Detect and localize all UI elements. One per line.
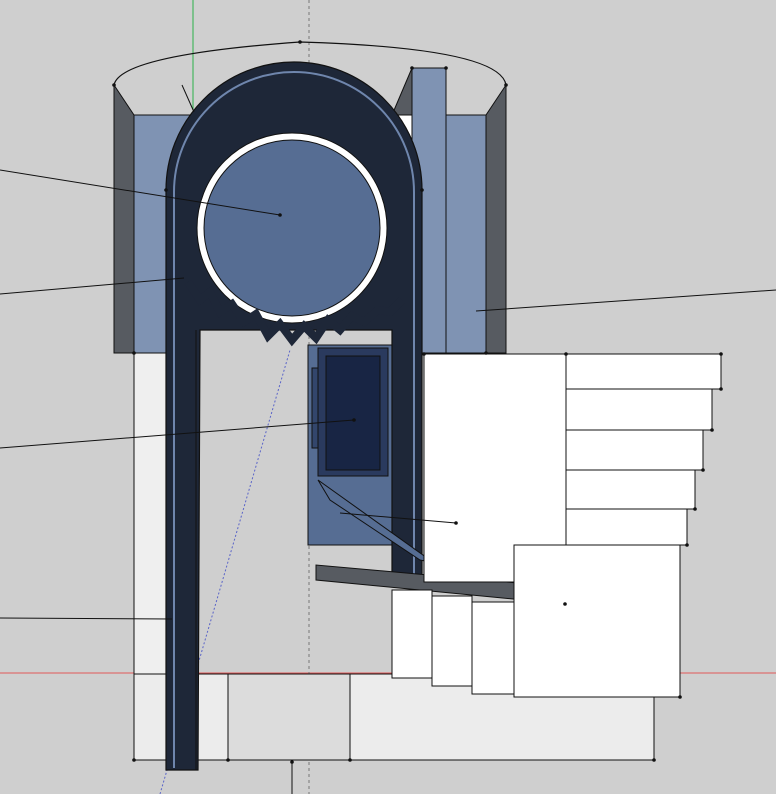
rim-right-face[interactable] [485, 83, 507, 354]
stair-step-2[interactable] [565, 388, 713, 431]
stair-step-4[interactable] [565, 469, 696, 510]
inner-door[interactable] [325, 355, 381, 471]
stair-step-1[interactable] [565, 353, 722, 390]
stair-riser-3[interactable] [471, 601, 515, 695]
rim-left-face[interactable] [113, 83, 135, 354]
stair-riser-1[interactable] [391, 589, 433, 679]
leader-line-5 [475, 289, 776, 312]
base-slab-middle[interactable] [227, 673, 351, 761]
round-window-glass[interactable] [203, 139, 381, 317]
stair-step-3[interactable] [565, 429, 704, 471]
modeling-viewport[interactable] [0, 0, 776, 794]
leader-line-7 [181, 84, 195, 113]
scene-canvas[interactable] [0, 0, 776, 794]
stair-step-5[interactable] [565, 508, 688, 546]
stair-base[interactable] [513, 544, 681, 698]
stair-riser-2[interactable] [431, 595, 473, 687]
inner-slot[interactable] [311, 367, 319, 449]
